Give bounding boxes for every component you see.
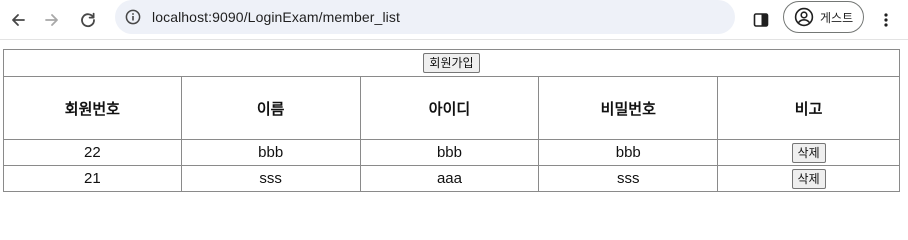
browser-menu-button[interactable] (872, 6, 900, 34)
site-info-icon[interactable] (122, 6, 144, 28)
cell-user-id: aaa (359, 165, 540, 192)
header-password: 비밀번호 (538, 76, 719, 140)
arrow-left-icon (12, 14, 25, 26)
account-icon (794, 7, 814, 27)
url-text[interactable]: localhost:9090/LoginExam/member_list (152, 9, 400, 25)
cell-name: bbb (180, 139, 361, 166)
header-note: 비고 (717, 76, 900, 140)
arrow-right-icon (45, 14, 58, 26)
back-button[interactable] (4, 6, 32, 34)
cell-action: 삭제 (717, 139, 900, 166)
cell-password: sss (538, 165, 719, 192)
table-row: 22 bbb bbb bbb 삭제 (3, 139, 900, 166)
join-row: 회원가입 (3, 49, 900, 77)
profile-label: 게스트 (820, 10, 854, 25)
cell-user-id: bbb (359, 139, 540, 166)
side-panel-icon (753, 13, 769, 27)
table-header-row: 회원번호 이름 아이디 비밀번호 비고 (3, 76, 900, 140)
side-panel-button[interactable] (747, 6, 775, 34)
address-bar[interactable]: localhost:9090/LoginExam/member_list (115, 0, 735, 34)
cell-name: sss (180, 165, 361, 192)
more-vert-icon (884, 13, 888, 27)
join-cell: 회원가입 (3, 49, 900, 77)
forward-button[interactable] (38, 6, 66, 34)
delete-button[interactable]: 삭제 (791, 142, 826, 163)
header-name: 이름 (180, 76, 361, 140)
table-row: 21 sss aaa sss 삭제 (3, 165, 900, 192)
delete-button[interactable]: 삭제 (791, 168, 826, 189)
cell-member-no: 21 (3, 165, 182, 192)
cell-member-no: 22 (3, 139, 182, 166)
cell-action: 삭제 (717, 165, 900, 192)
join-button[interactable]: 회원가입 (423, 53, 480, 73)
member-table: 회원가입 회원번호 이름 아이디 비밀번호 비고 22 bbb bbb bbb … (3, 49, 900, 192)
cell-password: bbb (538, 139, 719, 166)
header-user-id: 아이디 (359, 76, 540, 140)
reload-button[interactable] (74, 6, 102, 34)
profile-button[interactable]: 게스트 (783, 1, 864, 33)
header-member-no: 회원번호 (3, 76, 182, 140)
browser-toolbar: localhost:9090/LoginExam/member_list 게스트 (0, 0, 908, 40)
reload-icon (81, 12, 95, 28)
